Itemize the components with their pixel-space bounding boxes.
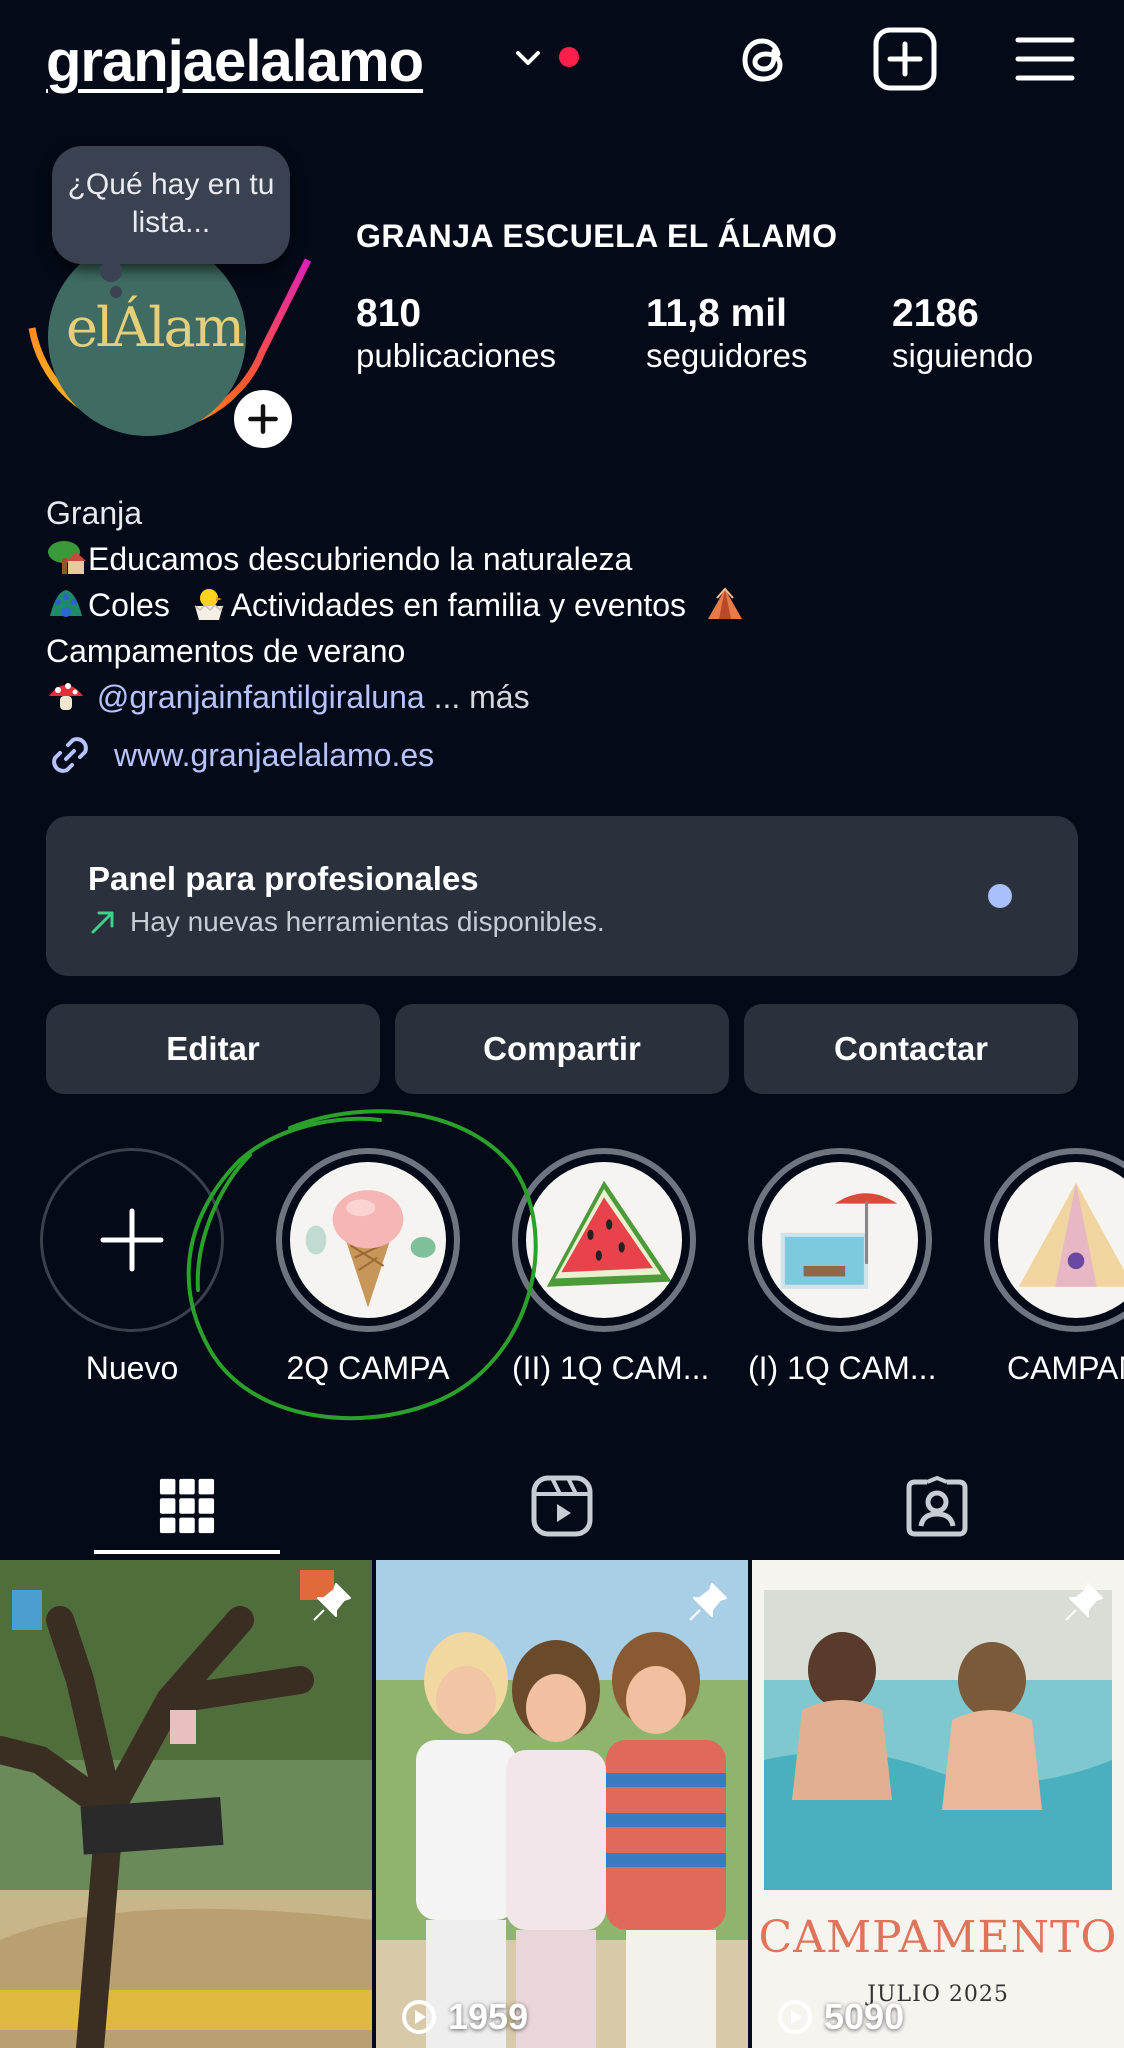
- tab-grid[interactable]: [0, 1458, 374, 1554]
- account-username[interactable]: granjaelalamo: [46, 28, 424, 95]
- website-link[interactable]: www.granjaelalamo.es: [46, 730, 434, 780]
- stat-posts[interactable]: 810 publicaciones: [356, 292, 556, 376]
- note-bubble[interactable]: ¿Qué hay en tu lista...: [52, 146, 290, 264]
- panel-new-indicator: [988, 884, 1012, 908]
- panel-subtitle: Hay nuevas herramientas disponibles.: [88, 906, 605, 938]
- plus-icon: [100, 1208, 164, 1272]
- highlight-label: Nuevo: [85, 1350, 179, 1386]
- play-views-icon: [402, 2000, 436, 2034]
- stat-following-label: siguiendo: [892, 337, 1034, 374]
- stat-posts-value: 810: [356, 292, 422, 335]
- top-bar: granjaelalamo: [0, 0, 1124, 120]
- bio-line-1-text: Educamos descubriendo la naturaleza: [88, 541, 633, 577]
- bio-line-2: Coles Actividades en familia y eventos: [46, 582, 747, 628]
- ice-cream-icon: [305, 1190, 436, 1308]
- selected-tab-indicator: [94, 1550, 280, 1554]
- stat-following-value: 2186: [892, 292, 979, 335]
- tree-house-icon: [48, 541, 86, 574]
- stat-followers-label: seguidores: [646, 337, 808, 374]
- post-thumbnail[interactable]: [0, 1560, 372, 2048]
- trend-arrow-icon: [91, 911, 114, 934]
- chevron-down-icon[interactable]: [512, 42, 544, 74]
- view-count: 1959: [400, 1996, 528, 2038]
- tab-reels[interactable]: [375, 1458, 749, 1554]
- pinned-icon: [1065, 1583, 1103, 1621]
- link-icon: [52, 737, 88, 773]
- grid-icon: [159, 1478, 215, 1534]
- panel-subtitle-text: Hay nuevas herramientas disponibles.: [130, 906, 605, 937]
- bio-more-link[interactable]: ... más: [434, 679, 530, 715]
- bio: Granja Educamos descubriendo la naturale…: [46, 490, 747, 720]
- teepee-icon: [1018, 1182, 1124, 1287]
- note-bubble-tail: [100, 260, 122, 282]
- tagged-icon: [906, 1475, 968, 1537]
- profile-avatar[interactable]: elÁlamo: [48, 238, 246, 436]
- highlight-new[interactable]: Nuevo: [40, 1148, 224, 1387]
- view-count: 5090: [776, 1996, 904, 2038]
- highlight-cover: [276, 1148, 460, 1332]
- highlight-label: (I) 1Q CAM...: [748, 1350, 937, 1386]
- watermelon-icon: [546, 1180, 672, 1287]
- highlight-cover: [512, 1148, 696, 1332]
- bio-line-3: Campamentos de verano: [46, 633, 406, 669]
- post-thumbnail[interactable]: 1959: [376, 1560, 748, 2048]
- stat-following[interactable]: 2186 siguiendo: [892, 292, 1033, 376]
- bio-category: Granja: [46, 495, 143, 531]
- bio-line-4: @granjainfantilgiraluna ... más: [46, 674, 747, 720]
- post-overlay-title: CAMPAMENTO: [758, 1912, 1118, 1963]
- bio-line-1: Educamos descubriendo la naturaleza: [46, 536, 747, 582]
- pool-umbrella-icon: [780, 1193, 898, 1289]
- bio-line-2-text-b: Actividades en familia y eventos: [230, 587, 687, 623]
- pinned-icon: [689, 1583, 727, 1621]
- view-count-value: 5090: [824, 1996, 905, 2037]
- highlight-ii-1q-campa[interactable]: (II) 1Q CAM...: [512, 1148, 710, 1387]
- highlight-cover: [984, 1148, 1124, 1332]
- play-views-icon: [778, 2000, 812, 2034]
- threads-icon[interactable]: [730, 24, 800, 94]
- reels-icon: [531, 1475, 593, 1537]
- mushroom-icon: [49, 683, 83, 710]
- menu-icon[interactable]: [1010, 24, 1080, 94]
- panel-title: Panel para profesionales: [88, 860, 479, 897]
- highlight-i-1q-campa[interactable]: (I) 1Q CAM...: [748, 1148, 937, 1387]
- post-image-children: [376, 1560, 748, 2048]
- highlight-label: (II) 1Q CAM...: [512, 1350, 710, 1386]
- create-post-icon[interactable]: [870, 24, 940, 94]
- display-name: GRANJA ESCUELA EL ÁLAMO: [356, 218, 838, 254]
- note-bubble-tail-small: [110, 286, 122, 298]
- edit-profile-button[interactable]: Editar: [46, 1004, 380, 1094]
- hatching-chick-icon: [194, 589, 224, 620]
- view-count-value: 1959: [448, 1996, 529, 2037]
- highlight-cover: [748, 1148, 932, 1332]
- bio-line-2-text-a: Coles: [88, 587, 170, 623]
- notification-dot: [559, 47, 579, 67]
- highlight-new-circle: [40, 1148, 224, 1332]
- highlight-2q-campa[interactable]: 2Q CAMPA: [276, 1148, 460, 1387]
- stat-followers-value: 11,8 mil: [646, 292, 787, 335]
- tab-tagged[interactable]: [750, 1458, 1124, 1554]
- post-thumbnail[interactable]: CAMPAMENTO JULIO 2025 5090: [752, 1560, 1124, 2048]
- stat-followers[interactable]: 11,8 mil seguidores: [646, 292, 807, 376]
- pinned-icon: [313, 1583, 351, 1621]
- highlight-label: 2Q CAMPA: [286, 1350, 450, 1386]
- post-image-pool: [752, 1560, 1124, 2048]
- website-url: www.granjaelalamo.es: [114, 736, 435, 773]
- highlight-campamento[interactable]: CAMPAM: [984, 1148, 1124, 1387]
- post-image-tree: [0, 1560, 372, 2048]
- share-profile-button[interactable]: Compartir: [395, 1004, 729, 1094]
- bio-mention-link[interactable]: @granjainfantilgiraluna: [97, 679, 425, 715]
- stat-posts-label: publicaciones: [356, 337, 556, 374]
- tent-icon: [707, 587, 742, 619]
- highlight-label: CAMPAM: [1006, 1350, 1124, 1386]
- professional-dashboard-panel[interactable]: Panel para profesionales Hay nuevas herr…: [46, 816, 1078, 976]
- peacock-icon: [50, 590, 82, 617]
- add-story-button[interactable]: [228, 384, 298, 454]
- avatar-logo-text: elÁlamo: [66, 296, 246, 359]
- contact-button[interactable]: Contactar: [744, 1004, 1078, 1094]
